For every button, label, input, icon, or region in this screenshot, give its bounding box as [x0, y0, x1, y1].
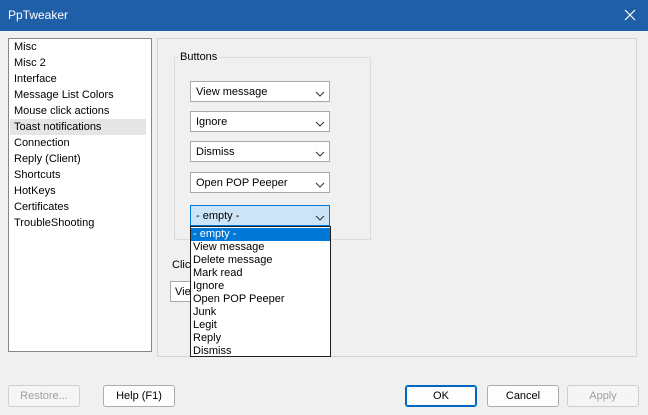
nav-item-shortcuts[interactable]: Shortcuts	[10, 167, 146, 183]
chevron-down-icon	[315, 212, 325, 224]
chevron-down-icon	[315, 148, 325, 160]
restore-button[interactable]: Restore...	[8, 385, 80, 407]
nav-item-certificates[interactable]: Certificates	[10, 199, 146, 215]
nav-item-toast-notifications[interactable]: Toast notifications	[10, 119, 146, 135]
dropdown-option-open-pop-peeper[interactable]: Open POP Peeper	[191, 293, 330, 306]
chevron-down-icon	[315, 179, 325, 191]
nav-item-message-list-colors[interactable]: Message List Colors	[10, 87, 146, 103]
dropdown-option-dismiss[interactable]: Dismiss	[191, 345, 330, 358]
dropdown-option-ignore[interactable]: Ignore	[191, 280, 330, 293]
dropdown-list[interactable]: - empty - View message Delete message Ma…	[190, 226, 331, 357]
chevron-down-icon	[315, 88, 325, 100]
button-2-value: Ignore	[196, 116, 228, 128]
button-1-value: View message	[196, 86, 268, 98]
dropdown-option-junk[interactable]: Junk	[191, 306, 330, 319]
nav-item-connection[interactable]: Connection	[10, 135, 146, 151]
button-4-select[interactable]: Open POP Peeper	[190, 172, 330, 193]
nav-item-mouse-click-actions[interactable]: Mouse click actions	[10, 103, 146, 119]
dropdown-option-delete-message[interactable]: Delete message	[191, 254, 330, 267]
nav-item-interface[interactable]: Interface	[10, 71, 146, 87]
close-icon[interactable]	[624, 6, 638, 24]
dropdown-option-reply[interactable]: Reply	[191, 332, 330, 345]
chevron-down-icon	[315, 118, 325, 130]
button-3-select[interactable]: Dismiss	[190, 141, 330, 162]
button-3-value: Dismiss	[196, 146, 235, 158]
dropdown-option-legit[interactable]: Legit	[191, 319, 330, 332]
button-4-value: Open POP Peeper	[196, 177, 288, 189]
click-action-label: Click	[172, 259, 190, 271]
nav-item-troubleshooting[interactable]: TroubleShooting	[10, 215, 146, 231]
dropdown-option-empty[interactable]: - empty -	[191, 228, 330, 241]
dropdown-option-view-message[interactable]: View message	[191, 241, 330, 254]
window-title: PpTweaker	[8, 8, 69, 22]
button-1-select[interactable]: View message	[190, 81, 330, 102]
dropdown-option-mark-read[interactable]: Mark read	[191, 267, 330, 280]
buttons-group-label: Buttons	[178, 50, 220, 64]
nav-item-hotkeys[interactable]: HotKeys	[10, 183, 146, 199]
nav-item-misc[interactable]: Misc	[10, 39, 146, 55]
nav-item-reply-client[interactable]: Reply (Client)	[10, 151, 146, 167]
nav-item-misc-2[interactable]: Misc 2	[10, 55, 146, 71]
apply-button[interactable]: Apply	[567, 385, 639, 407]
category-list[interactable]: Misc Misc 2 Interface Message List Color…	[8, 38, 152, 352]
ok-button[interactable]: OK	[405, 385, 477, 407]
help-button[interactable]: Help (F1)	[103, 385, 175, 407]
button-5-value: - empty -	[196, 210, 240, 222]
button-5-select[interactable]: - empty -	[190, 205, 330, 226]
title-bar: PpTweaker	[0, 0, 648, 31]
button-2-select[interactable]: Ignore	[190, 111, 330, 132]
cancel-button[interactable]: Cancel	[487, 385, 559, 407]
